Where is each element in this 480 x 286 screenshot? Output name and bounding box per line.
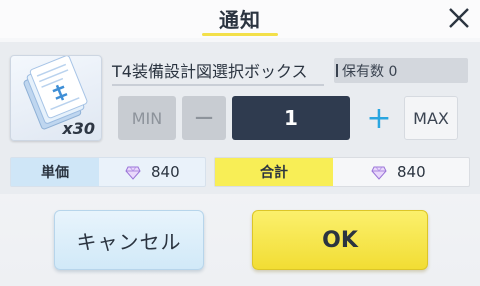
title-underline xyxy=(202,33,278,36)
item-name-underline xyxy=(112,84,324,86)
notification-dialog: 通知 x30 T4装備設計図選択ボックス 保有数 0 MIN − 1 + MAX… xyxy=(0,0,480,286)
item-name: T4装備設計図選択ボックス xyxy=(112,62,308,81)
gem-icon xyxy=(371,166,387,180)
cancel-button[interactable]: キャンセル xyxy=(54,210,204,270)
unit-price-label: 単価 xyxy=(11,158,99,186)
owned-count-box: 保有数 0 xyxy=(334,58,468,83)
total-price-box: 合計 840 xyxy=(214,157,470,187)
total-price-value: 840 xyxy=(397,163,426,181)
dialog-header: 通知 xyxy=(0,0,480,38)
quantity-input[interactable]: 1 xyxy=(232,96,350,140)
unit-price-box: 単価 840 xyxy=(10,157,206,187)
dialog-title: 通知 xyxy=(219,8,261,32)
owned-count-label: 保有数 0 xyxy=(342,64,398,80)
total-price-label: 合計 xyxy=(215,158,333,186)
gem-icon xyxy=(125,166,141,180)
unit-price-value: 840 xyxy=(151,163,180,181)
owned-marker xyxy=(336,64,338,77)
close-icon[interactable] xyxy=(446,5,472,31)
min-button[interactable]: MIN xyxy=(118,96,176,140)
max-button[interactable]: MAX xyxy=(404,96,458,140)
decrement-button[interactable]: − xyxy=(182,96,226,140)
increment-button[interactable]: + xyxy=(360,96,398,140)
item-card: x30 xyxy=(10,55,102,141)
quantity-selector: MIN − 1 + MAX xyxy=(112,96,468,140)
item-quantity-badge: x30 xyxy=(62,119,95,138)
ok-button[interactable]: OK xyxy=(252,210,428,270)
